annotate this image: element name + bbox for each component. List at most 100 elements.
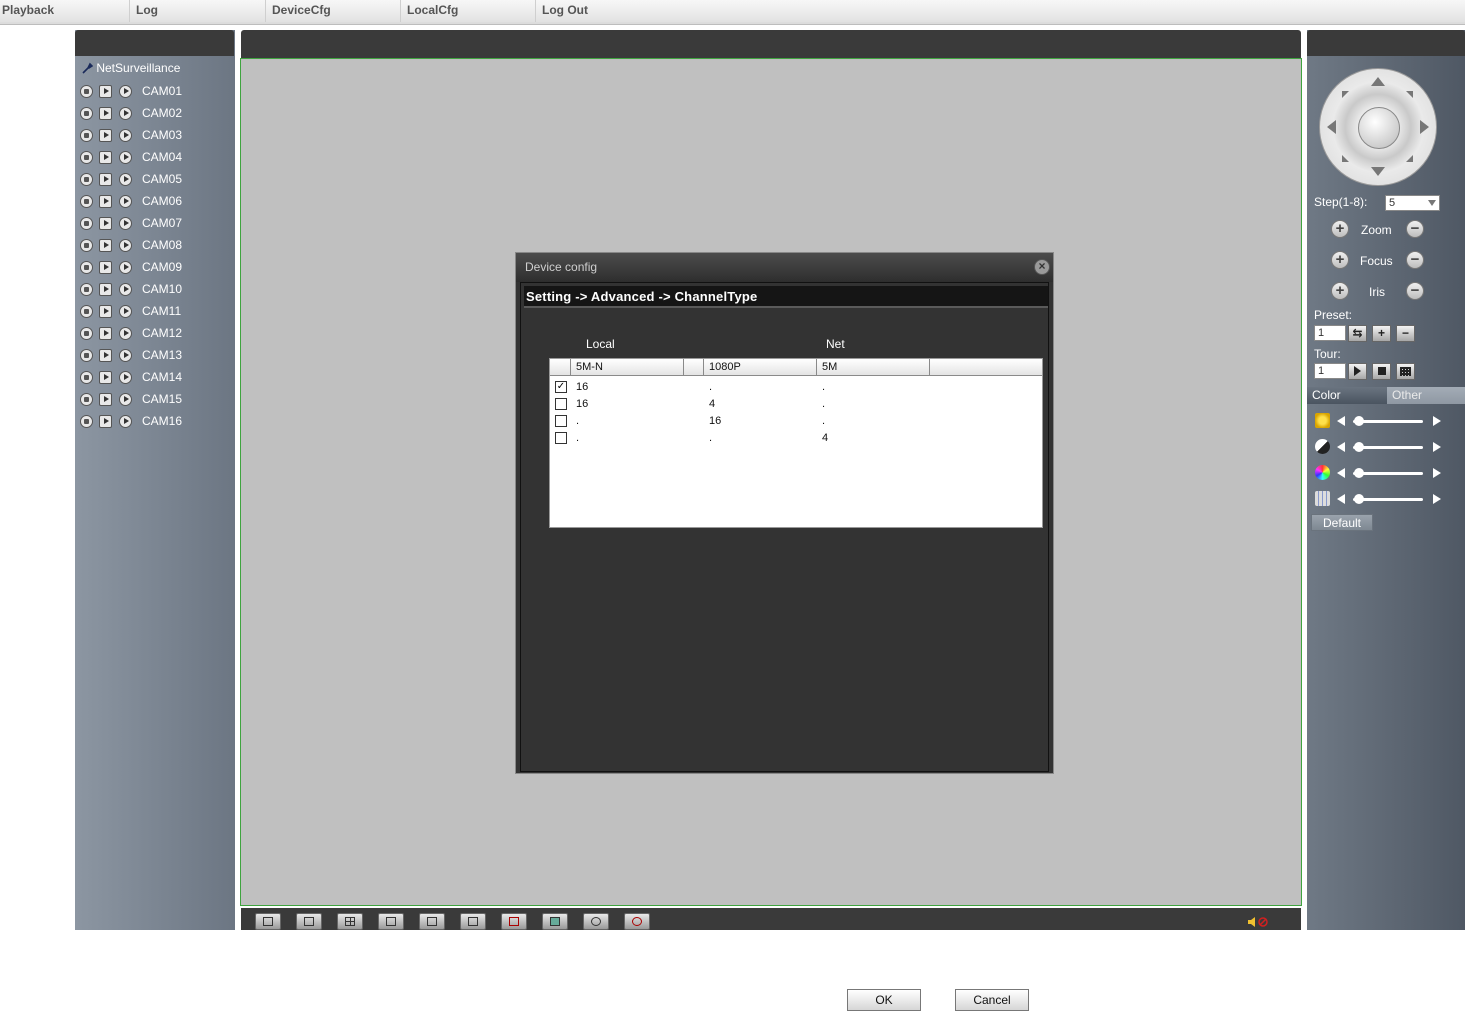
- ptz-direction-wheel[interactable]: [1319, 68, 1437, 186]
- record-icon[interactable]: [80, 283, 93, 296]
- contrast-knob[interactable]: [1354, 442, 1364, 452]
- ptz-upleft-arrow[interactable]: [1342, 91, 1349, 98]
- play-icon[interactable]: [99, 85, 112, 98]
- camera-item[interactable]: CAM02: [80, 105, 230, 123]
- playback-icon[interactable]: [119, 195, 132, 208]
- saturation-decrease-button[interactable]: [1337, 468, 1345, 478]
- playback-icon[interactable]: [119, 261, 132, 274]
- record-icon[interactable]: [80, 415, 93, 428]
- layout-4-button[interactable]: [337, 913, 363, 930]
- brightness-knob[interactable]: [1354, 416, 1364, 426]
- tour-stop-button[interactable]: [1372, 363, 1391, 380]
- play-icon[interactable]: [99, 305, 112, 318]
- play-icon[interactable]: [99, 327, 112, 340]
- close-icon[interactable]: ×: [1034, 259, 1050, 275]
- tour-play-button[interactable]: [1348, 363, 1367, 380]
- camera-item[interactable]: CAM09: [80, 259, 230, 277]
- playback-icon[interactable]: [119, 173, 132, 186]
- camera-item[interactable]: CAM04: [80, 149, 230, 167]
- table-header-1080p[interactable]: 1080P: [704, 359, 817, 376]
- record-icon[interactable]: [80, 129, 93, 142]
- playback-icon[interactable]: [119, 283, 132, 296]
- contrast-decrease-button[interactable]: [1337, 442, 1345, 452]
- playback-icon[interactable]: [119, 415, 132, 428]
- play-icon[interactable]: [99, 239, 112, 252]
- layout-9-button[interactable]: [378, 913, 404, 930]
- camera-item[interactable]: CAM08: [80, 237, 230, 255]
- default-button[interactable]: Default: [1311, 514, 1373, 531]
- stop-all-button[interactable]: [501, 913, 527, 930]
- play-icon[interactable]: [99, 415, 112, 428]
- speaker-mute-icon[interactable]: [1247, 916, 1269, 928]
- playback-icon[interactable]: [119, 107, 132, 120]
- menu-playback[interactable]: Playback: [0, 0, 130, 22]
- tab-color[interactable]: Color: [1307, 387, 1387, 404]
- camera-item[interactable]: CAM05: [80, 171, 230, 189]
- record-icon[interactable]: [80, 85, 93, 98]
- ok-button[interactable]: OK: [847, 989, 921, 1011]
- preset-add-button[interactable]: +: [1372, 325, 1391, 342]
- playback-icon[interactable]: [119, 305, 132, 318]
- play-icon[interactable]: [99, 261, 112, 274]
- record-icon[interactable]: [80, 195, 93, 208]
- layout-16-button[interactable]: [419, 913, 445, 930]
- record-all-button[interactable]: [583, 913, 609, 930]
- record-icon[interactable]: [80, 239, 93, 252]
- hue-decrease-button[interactable]: [1337, 494, 1345, 504]
- ptz-downleft-arrow[interactable]: [1342, 155, 1349, 162]
- focus-far-button[interactable]: −: [1406, 251, 1424, 269]
- tour-input[interactable]: 1: [1314, 363, 1346, 379]
- play-icon[interactable]: [99, 349, 112, 362]
- step-select[interactable]: 5: [1385, 195, 1440, 211]
- play-icon[interactable]: [99, 283, 112, 296]
- camera-item[interactable]: CAM10: [80, 281, 230, 299]
- playback-icon[interactable]: [119, 393, 132, 406]
- record-icon[interactable]: [80, 349, 93, 362]
- camera-item[interactable]: CAM11: [80, 303, 230, 321]
- camera-item[interactable]: CAM16: [80, 413, 230, 431]
- preset-goto-button[interactable]: ⇆: [1348, 325, 1367, 342]
- record-icon[interactable]: [80, 173, 93, 186]
- camera-item[interactable]: CAM01: [80, 83, 230, 101]
- playback-icon[interactable]: [119, 129, 132, 142]
- tour-grid-button[interactable]: [1396, 363, 1415, 380]
- saturation-knob[interactable]: [1354, 468, 1364, 478]
- ptz-up-arrow[interactable]: [1371, 77, 1385, 86]
- row-checkbox[interactable]: ✓: [555, 381, 567, 393]
- camera-item[interactable]: CAM14: [80, 369, 230, 387]
- playback-icon[interactable]: [119, 349, 132, 362]
- preset-input[interactable]: 1: [1314, 325, 1346, 341]
- contrast-increase-button[interactable]: [1433, 442, 1441, 452]
- tab-other[interactable]: Other: [1387, 387, 1465, 404]
- playback-icon[interactable]: [119, 151, 132, 164]
- playback-icon[interactable]: [119, 239, 132, 252]
- menu-devicecfg[interactable]: DeviceCfg: [266, 0, 401, 22]
- zoom-out-button[interactable]: −: [1406, 220, 1424, 238]
- ptz-right-arrow[interactable]: [1420, 120, 1429, 134]
- table-header-5mn[interactable]: 5M-N: [571, 359, 684, 376]
- playback-icon[interactable]: [119, 85, 132, 98]
- play-icon[interactable]: [99, 151, 112, 164]
- camera-item[interactable]: CAM12: [80, 325, 230, 343]
- stop-record-button[interactable]: [624, 913, 650, 930]
- ptz-downright-arrow[interactable]: [1406, 155, 1413, 162]
- tree-root[interactable]: NetSurveillance: [81, 60, 180, 76]
- play-icon[interactable]: [99, 217, 112, 230]
- menu-localcfg[interactable]: LocalCfg: [401, 0, 536, 22]
- play-icon[interactable]: [99, 107, 112, 120]
- iris-close-button[interactable]: −: [1406, 282, 1424, 300]
- table-header-5m[interactable]: 5M: [817, 359, 930, 376]
- play-icon[interactable]: [99, 173, 112, 186]
- row-checkbox[interactable]: [555, 415, 567, 427]
- saturation-increase-button[interactable]: [1433, 468, 1441, 478]
- record-icon[interactable]: [80, 371, 93, 384]
- play-icon[interactable]: [99, 393, 112, 406]
- camera-item[interactable]: CAM13: [80, 347, 230, 365]
- play-icon[interactable]: [99, 195, 112, 208]
- record-icon[interactable]: [80, 327, 93, 340]
- ptz-center-button[interactable]: [1358, 107, 1400, 149]
- hue-knob[interactable]: [1354, 494, 1364, 504]
- fullscreen-button[interactable]: [255, 913, 281, 930]
- menu-logout[interactable]: Log Out: [536, 0, 1465, 22]
- ptz-down-arrow[interactable]: [1371, 167, 1385, 176]
